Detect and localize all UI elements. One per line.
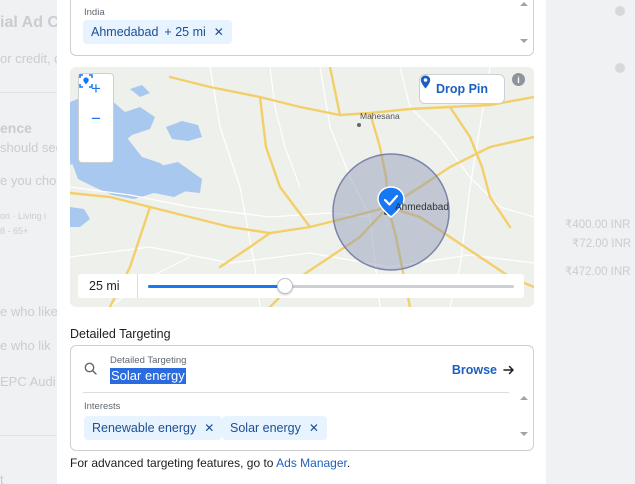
info-icon[interactable]: i [512,73,525,86]
interest-chip-solar-energy[interactable]: Solar energy ✕ [222,416,327,440]
location-scrollbar[interactable] [519,2,529,52]
close-icon[interactable]: ✕ [214,25,224,39]
detailed-targeting-search-input[interactable]: Solar energy [110,368,186,384]
radius-control: 25 mi [78,274,524,298]
interests-scrollbar[interactable] [519,396,529,444]
interest-chip-label: Renewable energy [92,421,197,435]
ads-manager-link[interactable]: Ads Manager [276,456,347,470]
audience-modal: India Ahmedabad + 25 mi ✕ Mahesana Ahmed… [57,0,546,484]
bg-row-1: e who like [0,304,58,319]
location-chip-city: Ahmedabad [91,25,159,39]
scroll-up-icon[interactable] [520,2,528,6]
detailed-targeting-box: Detailed Targeting Solar energy Browse I… [70,345,534,451]
bg-row-3: EPC Audi [0,374,56,389]
location-map[interactable]: Mahesana Ahmedabad + − Drop Pin i 25 mi [70,67,534,307]
locate-me-button[interactable] [79,74,113,164]
close-icon[interactable]: ✕ [204,421,214,435]
bg-info-icon [615,63,625,73]
scroll-down-icon[interactable] [520,432,528,436]
radius-slider-fill [148,285,286,288]
footer-suffix: . [346,456,351,470]
browse-button[interactable]: Browse [452,363,515,377]
bg-detail-1: on · Living i [0,211,47,221]
bg-audience: e you cho [0,173,57,188]
map-pin-icon [420,75,431,89]
interest-chip-label: Solar energy [230,421,301,435]
bg-title: ial Ad C [0,14,59,31]
drop-pin-button[interactable]: Drop Pin [419,74,505,104]
map-label-mahesana: Mahesana [360,111,400,121]
location-country-label: India [84,7,105,18]
scroll-down-icon[interactable] [520,39,528,43]
interest-chip-renewable-energy[interactable]: Renewable energy ✕ [84,416,223,440]
browse-label: Browse [451,363,497,377]
arrow-right-icon [503,365,514,375]
radius-value[interactable]: 25 mi [78,274,138,298]
zoom-out-button[interactable]: − [79,104,113,134]
radius-slider-track[interactable] [148,278,514,294]
advanced-targeting-note: For advanced targeting features, go to A… [70,456,350,470]
drop-pin-label: Drop Pin [435,82,489,96]
bg-subtitle: or credit, c [0,51,61,66]
bg-section: ence [0,120,32,136]
location-input-box[interactable]: India Ahmedabad + 25 mi ✕ [70,0,534,56]
map-label-ahmedabad: Ahmedabad [395,202,449,213]
crosshair-pin-icon [79,74,93,88]
radius-slider-thumb[interactable] [277,278,294,294]
footer-text: For advanced targeting features, go to [70,456,274,470]
map-zoom-controls: + − [78,73,114,163]
bg-section-sub: should see [0,140,63,155]
bg-row-4: t [0,472,4,484]
bg-price-2: ₹72.00 INR [572,238,632,250]
bg-detail-2: 8 - 65+ [0,226,29,236]
bg-price-3: ₹472.00 INR [565,266,631,278]
detailed-targeting-search-label: Detailed Targeting [110,355,187,366]
scroll-up-icon[interactable] [520,396,528,400]
location-chip-ahmedabad[interactable]: Ahmedabad + 25 mi ✕ [83,20,232,44]
bg-row-2: e who lik [0,338,51,353]
bg-info-icon [615,6,625,16]
location-chip-radius: + 25 mi [164,25,206,39]
close-icon[interactable]: ✕ [309,421,319,435]
detailed-targeting-heading: Detailed Targeting [70,327,171,341]
divider [83,392,509,393]
bg-price-1: ₹400.00 INR [565,219,631,231]
search-icon [84,362,97,375]
interests-label: Interests [84,401,121,412]
